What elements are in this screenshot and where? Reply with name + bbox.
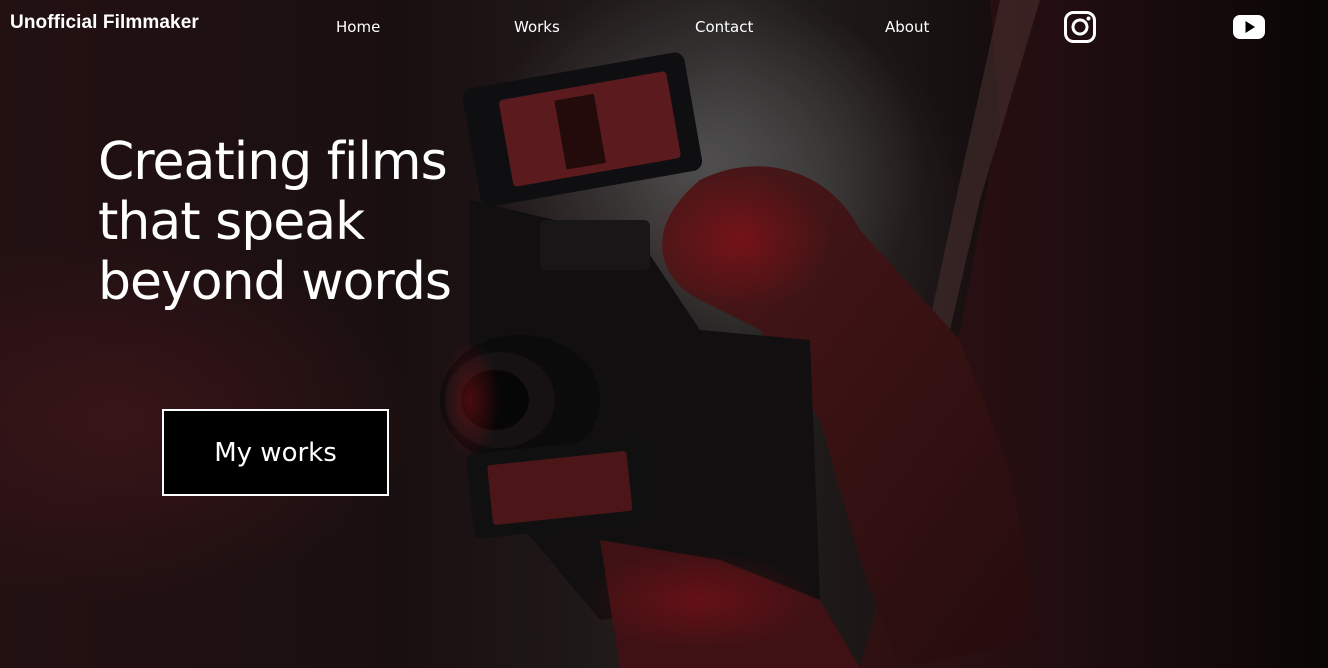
instagram-icon[interactable] [1063, 10, 1097, 44]
hero-background-image [0, 0, 1328, 668]
youtube-icon[interactable] [1232, 10, 1266, 44]
hero-headline: Creating films that speak beyond words [98, 132, 452, 312]
top-navigation-bar: Unofficial Filmmaker Home Works Contact … [0, 0, 1328, 56]
nav-contact-link[interactable]: Contact [695, 18, 753, 36]
nav-home-link[interactable]: Home [336, 18, 380, 36]
hero-headline-line-1: Creating films [98, 132, 448, 192]
nav-works-link[interactable]: Works [514, 18, 560, 36]
nav-about-link[interactable]: About [885, 18, 929, 36]
hero-headline-line-3: beyond words [98, 252, 452, 312]
site-brand[interactable]: Unofficial Filmmaker [10, 12, 199, 34]
hero-headline-line-2: that speak [98, 192, 365, 252]
hero-section: Unofficial Filmmaker Home Works Contact … [0, 0, 1328, 668]
my-works-button[interactable]: My works [162, 409, 389, 496]
